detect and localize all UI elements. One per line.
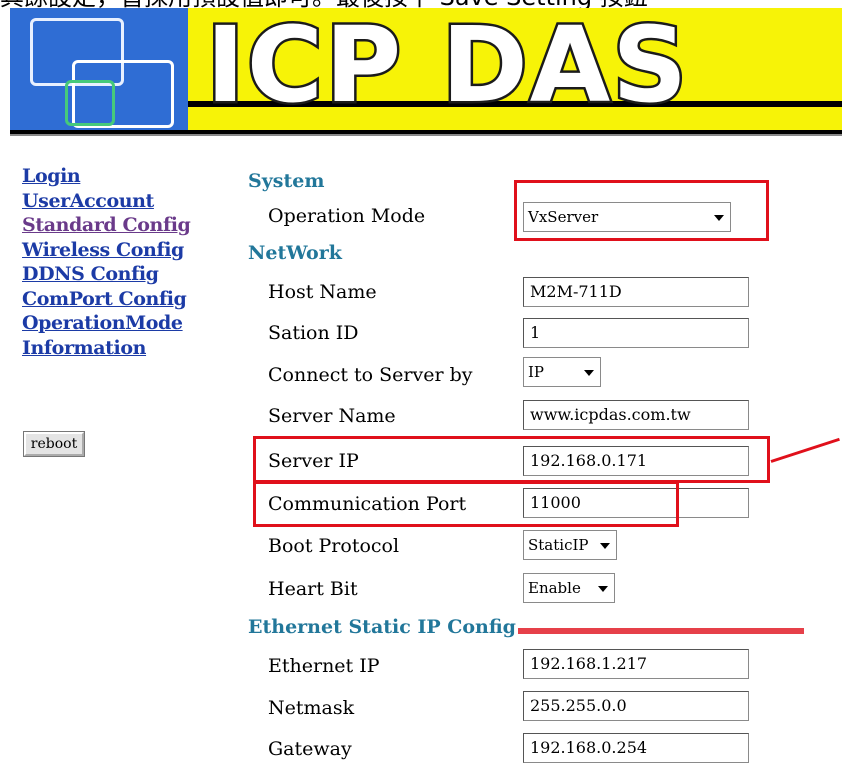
sidebar-nav: Login UserAccount Standard Config Wirele… [22,164,212,360]
section-system: System [248,170,325,192]
netmask-label: Netmask [268,697,355,719]
sidebar-item-operation-mode[interactable]: OperationMode [22,311,212,336]
station-id-input[interactable]: 1 [523,318,749,348]
highlight-box-operation-mode [514,180,769,241]
chevron-down-icon [584,370,594,376]
red-annotation-mark [518,628,804,634]
sidebar-item-standard-config[interactable]: Standard Config [22,213,212,238]
banner-logo-panel [10,8,188,130]
brand-logo: ICP DAS [203,4,690,126]
section-ethernet-static-ip: Ethernet Static IP Config [248,616,516,638]
connect-by-label: Connect to Server by [268,364,473,386]
host-name-input[interactable]: M2M-711D [523,277,749,307]
boot-protocol-select[interactable]: StaticIP [523,530,617,560]
section-network: NetWork [248,242,342,264]
station-id-label: Sation ID [268,322,359,344]
heart-bit-label: Heart Bit [268,578,358,600]
sidebar-item-user-account[interactable]: UserAccount [22,189,212,214]
sidebar-item-ddns-config[interactable]: DDNS Config [22,262,212,287]
connect-by-select[interactable]: IP [523,357,601,387]
gateway-label: Gateway [268,738,352,760]
highlight-pointer-line [770,437,840,463]
sidebar-item-wireless-config[interactable]: Wireless Config [22,238,212,263]
highlight-box-server-ip [253,436,770,483]
logo-square-icon [65,80,115,126]
chevron-down-icon [598,586,608,592]
sidebar-item-information[interactable]: Information [22,336,212,361]
server-name-label: Server Name [268,405,396,427]
heart-bit-value: Enable [528,579,581,597]
connect-by-value: IP [528,363,545,381]
netmask-input[interactable]: 255.255.0.0 [523,691,749,721]
chevron-down-icon [600,543,610,549]
reboot-button[interactable]: reboot [24,432,84,456]
highlight-box-communication-port [253,481,679,527]
host-name-label: Host Name [268,281,377,303]
operation-mode-label: Operation Mode [268,205,426,227]
ethernet-ip-label: Ethernet IP [268,655,380,677]
header-banner: ICP DAS [10,8,842,136]
gateway-input[interactable]: 192.168.0.254 [523,733,749,763]
sidebar-item-login[interactable]: Login [22,164,212,189]
ethernet-ip-input[interactable]: 192.168.1.217 [523,649,749,679]
server-name-input[interactable]: www.icpdas.com.tw [523,400,749,430]
sidebar-item-comport-config[interactable]: ComPort Config [22,287,212,312]
boot-protocol-value: StaticIP [528,536,589,554]
heart-bit-select[interactable]: Enable [523,573,615,603]
boot-protocol-label: Boot Protocol [268,535,400,557]
banner-divider-shadow [10,134,842,136]
